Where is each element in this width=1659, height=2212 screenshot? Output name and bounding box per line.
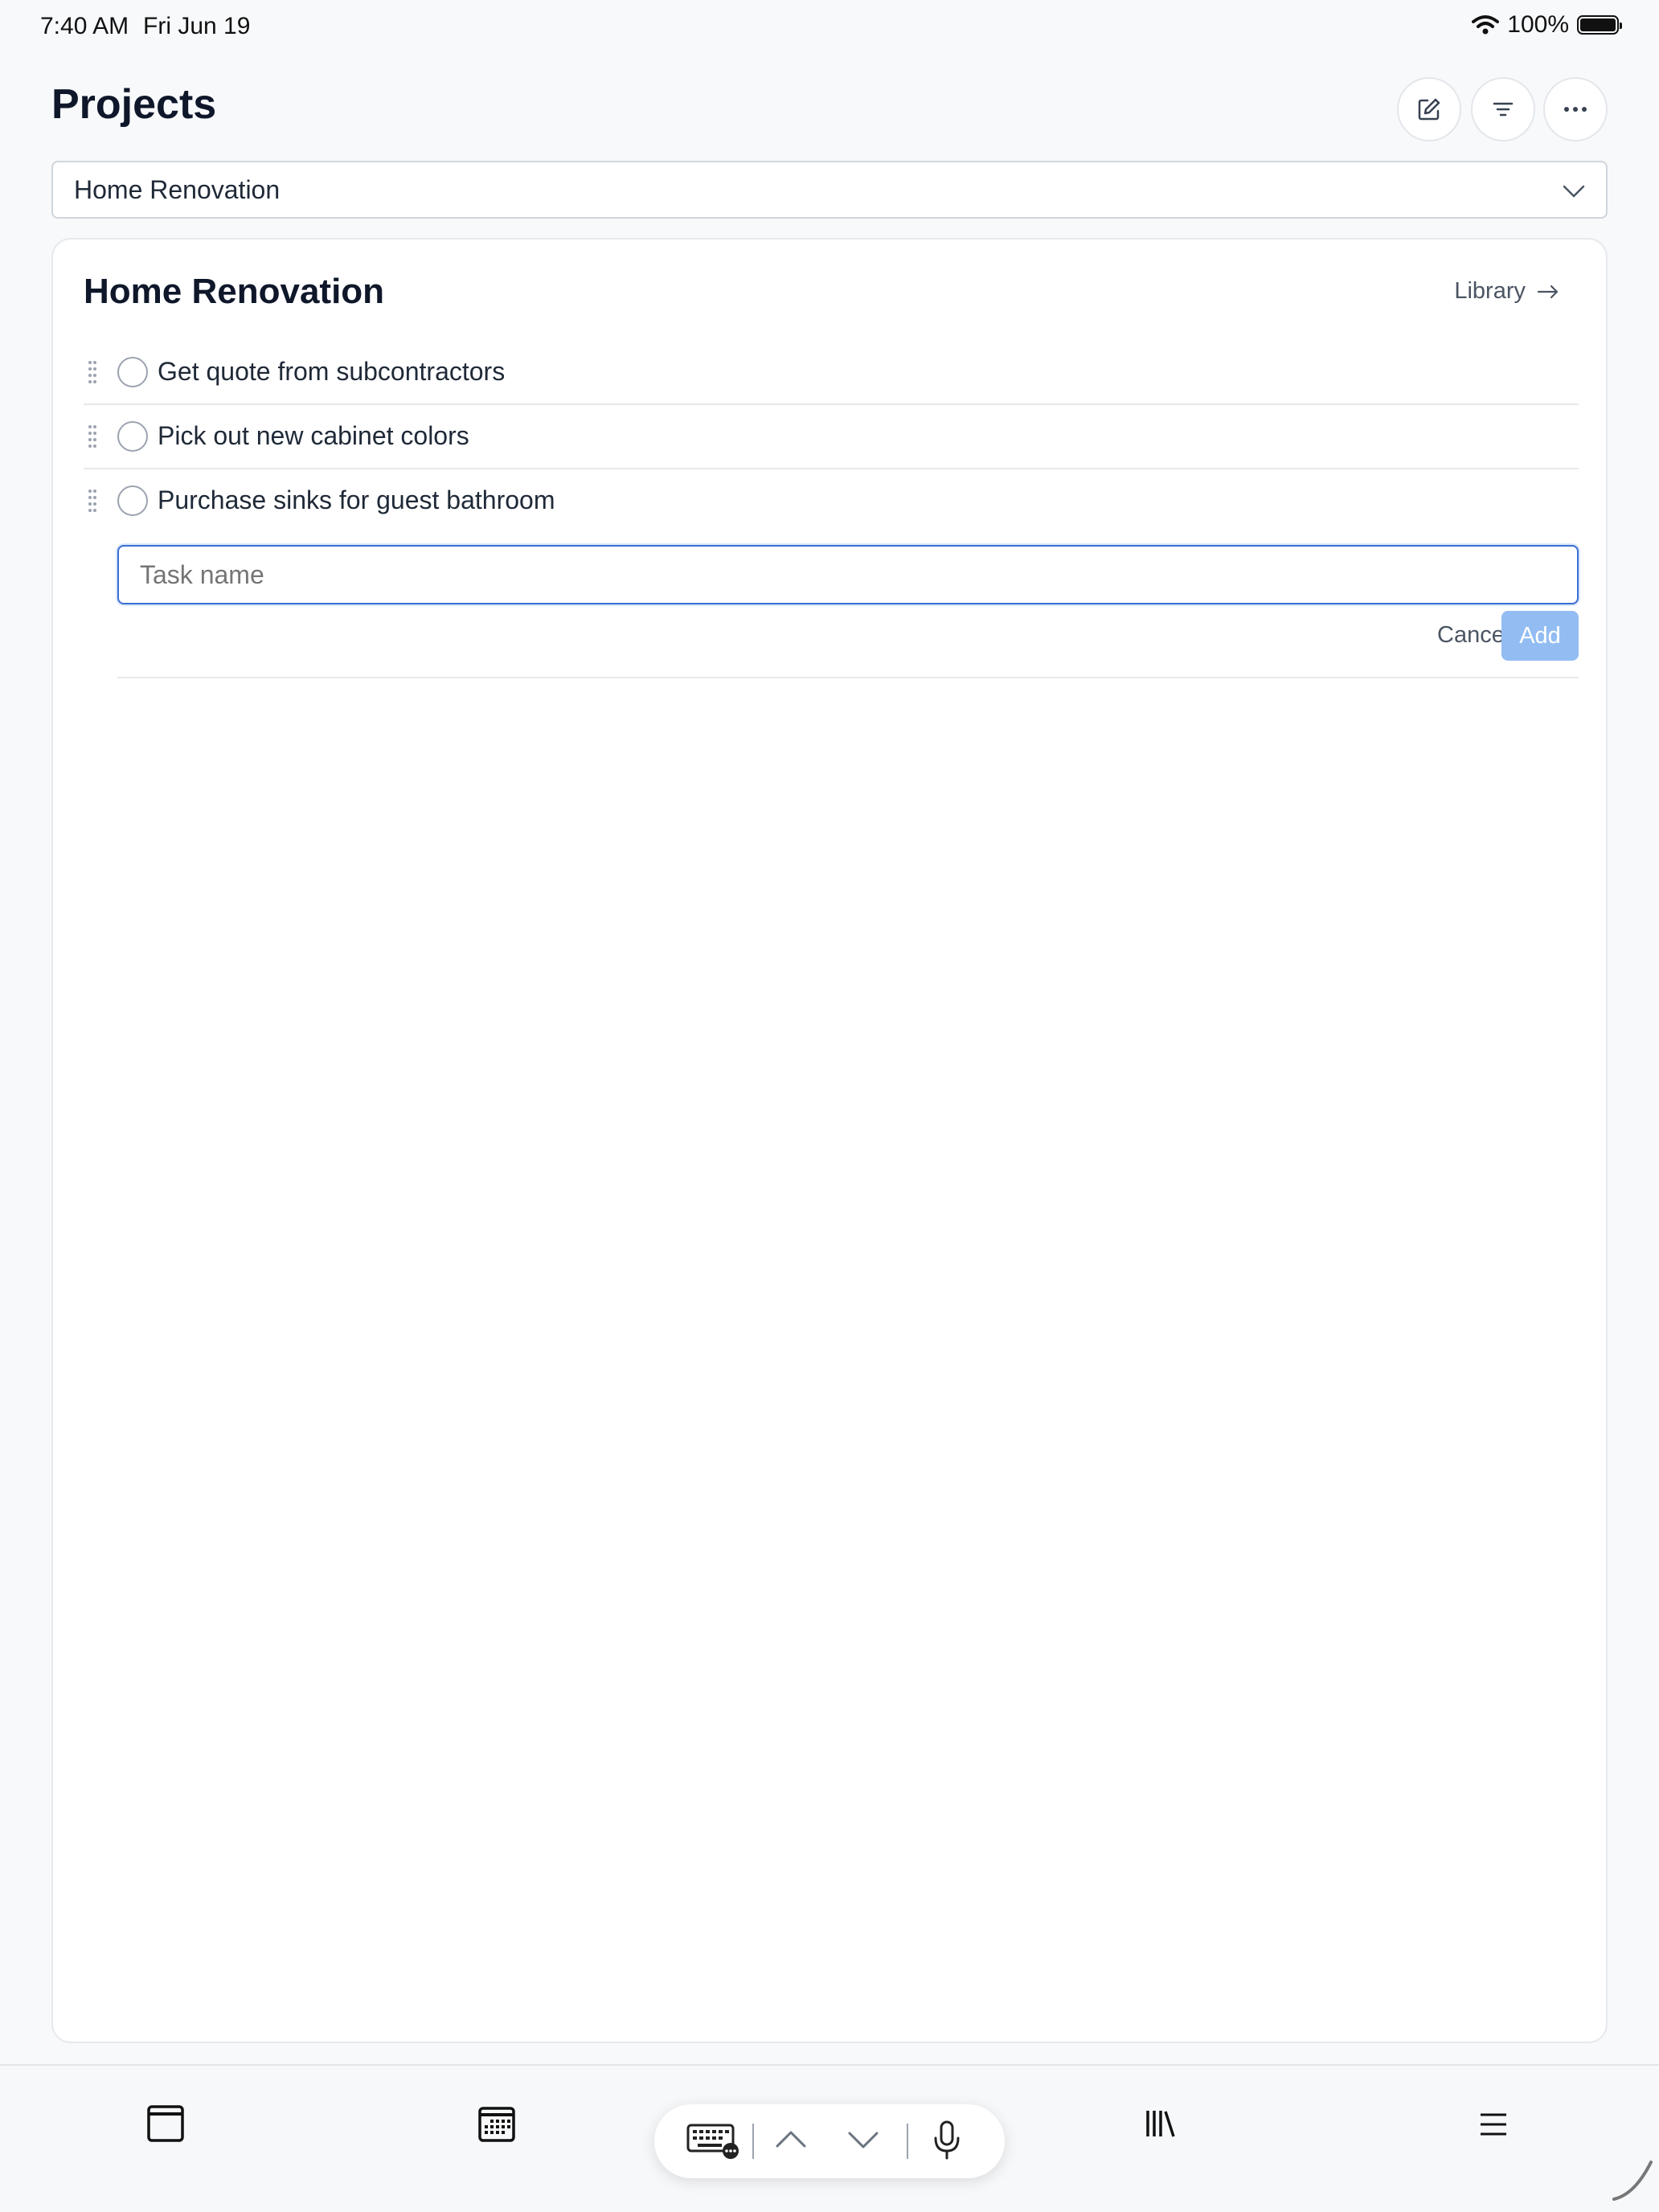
menu-icon[interactable] [1479, 2112, 1508, 2136]
microphone-icon[interactable] [932, 2120, 961, 2161]
project-select-value: Home Renovation [74, 175, 281, 204]
project-select[interactable]: Home Renovation [51, 161, 1608, 219]
drag-handle-icon[interactable] [87, 424, 98, 449]
library-link[interactable]: Library [1454, 278, 1559, 305]
project-card: Home Renovation Library Get quote from s… [51, 238, 1608, 2043]
task-checkbox[interactable] [117, 357, 148, 387]
task-label: Get quote from subcontractors [158, 357, 506, 386]
page-title: Projects [51, 81, 217, 128]
library-link-label: Library [1454, 278, 1526, 304]
more-icon [1564, 107, 1587, 112]
wifi-icon [1472, 15, 1500, 35]
task-checkbox[interactable] [117, 421, 148, 452]
task-name-input[interactable] [117, 545, 1579, 604]
chevron-up-icon[interactable] [775, 2128, 807, 2149]
edit-icon [1418, 98, 1440, 121]
divider [117, 677, 1579, 678]
chevron-down-icon[interactable] [847, 2130, 879, 2151]
task-label: Pick out new cabinet colors [158, 421, 469, 450]
filter-icon [1493, 102, 1514, 117]
cancel-button[interactable]: Cancel [1437, 621, 1509, 649]
task-item[interactable]: Get quote from subcontractors [84, 341, 1579, 405]
status-time: 7:40 AM [40, 13, 129, 39]
drag-handle-icon[interactable] [87, 489, 98, 513]
add-button[interactable]: Add [1501, 611, 1579, 661]
edit-button[interactable] [1397, 77, 1461, 141]
status-right: 100% [1472, 11, 1622, 39]
battery-icon [1577, 15, 1622, 35]
filter-button[interactable] [1471, 77, 1535, 141]
task-item[interactable]: Pick out new cabinet colors [84, 405, 1579, 469]
card-title: Home Renovation [84, 272, 385, 311]
tab-bar [0, 2064, 1659, 2212]
library-icon[interactable] [1145, 2108, 1177, 2140]
drag-handle-icon[interactable] [87, 360, 98, 384]
task-checkbox[interactable] [117, 485, 148, 516]
status-bar: 7:40 AM Fri Jun 19 100% [0, 0, 1659, 51]
keyboard-toolbar [654, 2104, 1005, 2178]
calendar-icon[interactable] [477, 2104, 516, 2143]
keyboard-icon[interactable] [686, 2122, 739, 2159]
pencil-indicator-icon [1612, 2161, 1653, 2201]
battery-percent: 100% [1507, 11, 1569, 38]
task-item[interactable]: Purchase sinks for guest bathroom [84, 469, 1579, 534]
window-icon[interactable] [146, 2104, 185, 2143]
status-date: Fri Jun 19 [143, 13, 251, 39]
chevron-down-icon [1563, 185, 1585, 198]
more-button[interactable] [1543, 77, 1608, 141]
task-label: Purchase sinks for guest bathroom [158, 485, 555, 514]
arrow-right-icon [1537, 285, 1559, 298]
